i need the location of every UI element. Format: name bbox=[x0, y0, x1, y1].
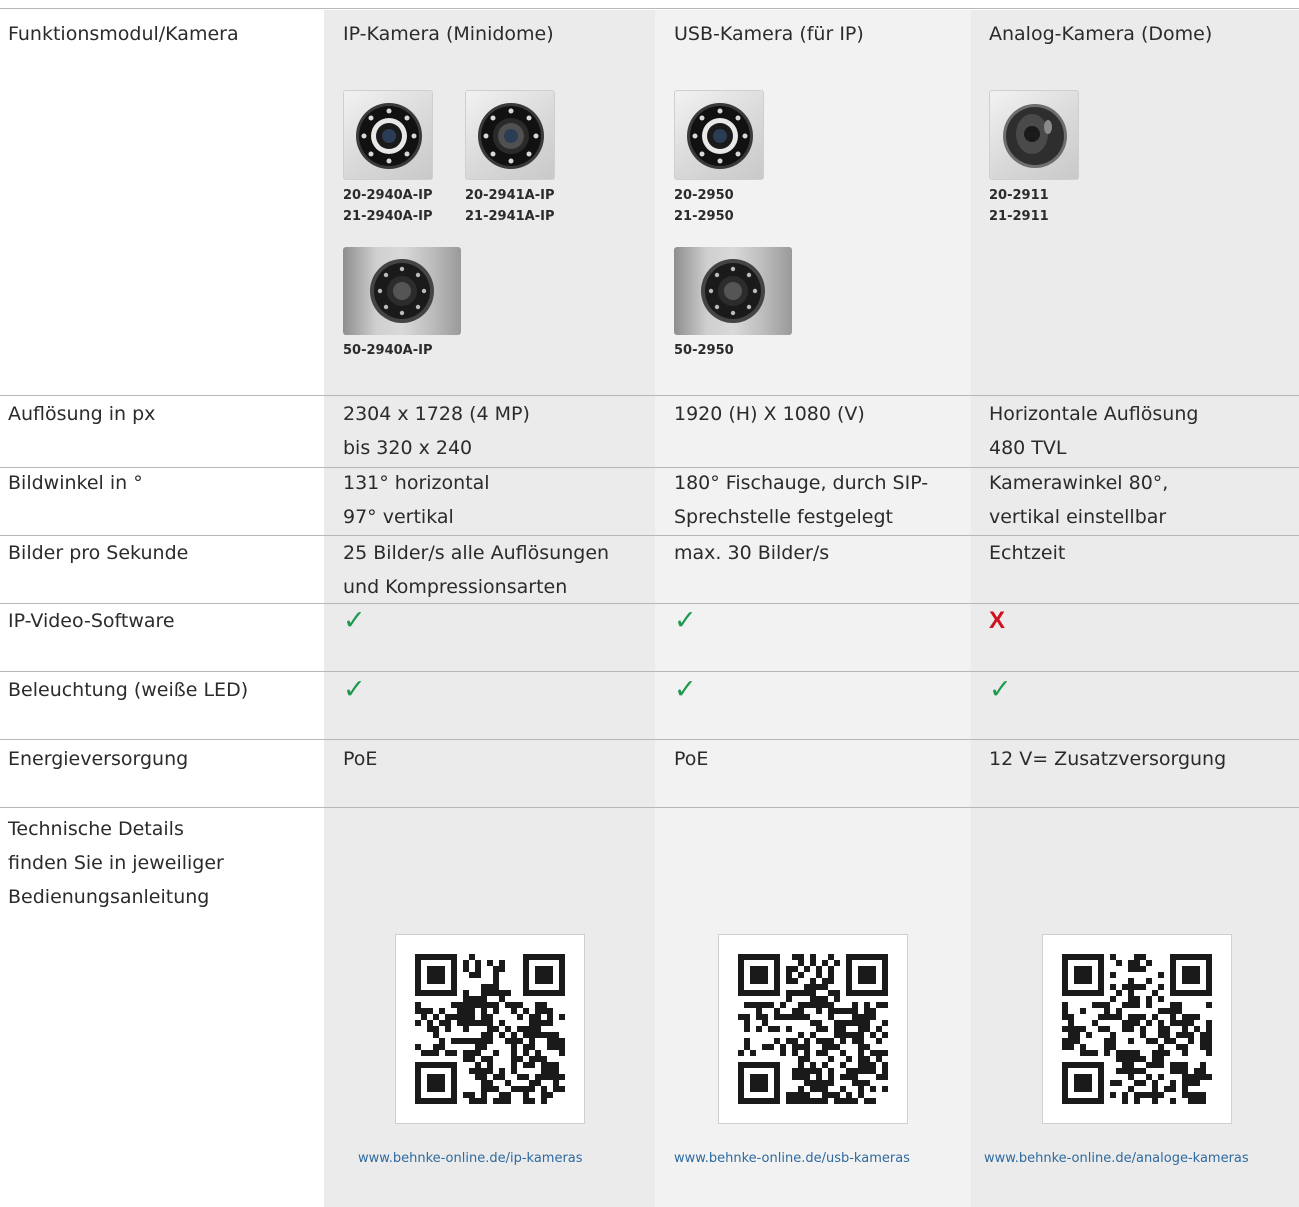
check-icon: ✓ bbox=[674, 674, 697, 705]
camera-image-20-2950 bbox=[674, 90, 764, 180]
rule bbox=[0, 8, 1299, 9]
product-codes-analog-a: 20-2911 21-2911 bbox=[989, 188, 1049, 224]
header-usb-camera: USB-Kamera (für IP) bbox=[674, 23, 864, 45]
row-label-power: Energieversorgung bbox=[8, 748, 189, 770]
check-icon: ✓ bbox=[989, 674, 1012, 705]
rule bbox=[0, 739, 1299, 740]
rule bbox=[0, 671, 1299, 672]
product-codes-ip-c: 50-2940A-IP bbox=[343, 343, 433, 358]
cell-power-usb: PoE bbox=[674, 748, 709, 770]
product-codes-usb-a: 20-2950 21-2950 bbox=[674, 188, 734, 224]
cell-resolution-ip: 2304 x 1728 (4 MP) bis 320 x 240 bbox=[343, 403, 530, 459]
cell-fps-analog: Echtzeit bbox=[989, 542, 1066, 564]
cell-angle-usb: 180° Fischauge, durch SIP- Sprechstelle f… bbox=[674, 472, 929, 528]
camera-image-20-2940a-ip bbox=[343, 90, 433, 180]
qr-code-analog[interactable] bbox=[1042, 934, 1232, 1124]
row-label-resolution: Auflösung in px bbox=[8, 403, 156, 425]
camera-image-20-2911 bbox=[989, 90, 1079, 180]
qr-code-ip[interactable] bbox=[395, 934, 585, 1124]
cell-resolution-usb: 1920 (H) X 1080 (V) bbox=[674, 403, 865, 425]
cell-fps-ip: 25 Bilder/s alle Auflösungen und Kompress… bbox=[343, 542, 610, 598]
link-analog-cameras[interactable]: www.behnke-online.de/analoge-kameras bbox=[984, 1150, 1249, 1168]
product-codes-ip-a: 20-2940A-IP 21-2940A-IP bbox=[343, 188, 433, 224]
row-label-lighting: Beleuchtung (weiße LED) bbox=[8, 679, 249, 701]
rule bbox=[0, 603, 1299, 604]
cell-angle-ip: 131° horizontal 97° vertikal bbox=[343, 472, 490, 528]
camera-image-20-2941a-ip bbox=[465, 90, 555, 180]
link-ip-cameras[interactable]: www.behnke-online.de/ip-kameras bbox=[358, 1150, 583, 1168]
row-label-fps: Bilder pro Sekunde bbox=[8, 542, 189, 564]
check-icon: ✓ bbox=[343, 605, 366, 636]
rule bbox=[0, 807, 1299, 808]
cell-fps-usb: max. 30 Bilder/s bbox=[674, 542, 830, 564]
header-row-label: Funktionsmodul/Kamera bbox=[8, 23, 239, 45]
camera-image-50-2950 bbox=[674, 247, 792, 335]
header-analog-camera: Analog-Kamera (Dome) bbox=[989, 23, 1213, 45]
cell-power-ip: PoE bbox=[343, 748, 378, 770]
camera-image-50-2940a-ip bbox=[343, 247, 461, 335]
row-label-angle: Bildwinkel in ° bbox=[8, 472, 143, 494]
rule bbox=[0, 535, 1299, 536]
product-codes-usb-b: 50-2950 bbox=[674, 343, 734, 358]
row-label-ip-video-software: IP-Video-Software bbox=[8, 610, 175, 632]
row-label-technical-details: Technische Details finden Sie in jeweilig… bbox=[8, 818, 224, 908]
check-icon: ✓ bbox=[343, 674, 366, 705]
qr-code-usb[interactable] bbox=[718, 934, 908, 1124]
product-codes-ip-b: 20-2941A-IP 21-2941A-IP bbox=[465, 188, 555, 224]
cross-icon: X bbox=[989, 607, 1006, 634]
cell-resolution-analog: Horizontale Auflösung 480 TVL bbox=[989, 403, 1199, 459]
check-icon: ✓ bbox=[674, 605, 697, 636]
rule bbox=[0, 395, 1299, 396]
cell-power-analog: 12 V= Zusatzversorgung bbox=[989, 748, 1227, 770]
header-ip-camera: IP-Kamera (Minidome) bbox=[343, 23, 554, 45]
link-usb-cameras[interactable]: www.behnke-online.de/usb-kameras bbox=[674, 1150, 910, 1168]
cell-angle-analog: Kamerawinkel 80°, vertikal einstellbar bbox=[989, 472, 1169, 528]
